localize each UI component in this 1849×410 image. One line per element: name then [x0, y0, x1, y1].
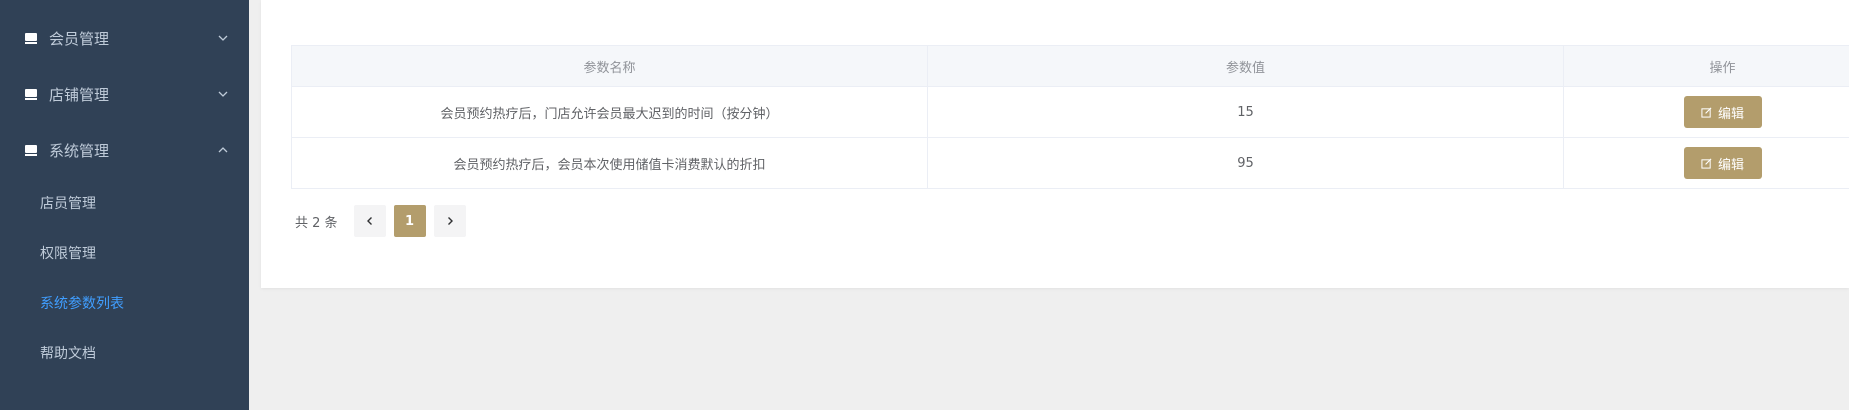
- next-page-button[interactable]: [433, 205, 466, 237]
- edit-button-label: 编辑: [1717, 157, 1744, 173]
- sidebar-item-label: 权限管理: [40, 246, 96, 262]
- edit-button[interactable]: 编辑: [1683, 147, 1762, 179]
- edit-button[interactable]: 编辑: [1683, 96, 1762, 128]
- params-table: 参数名称 参数值 操作 会员预约热疗后，门店允许会员最大迟到的时间（按分钟） 1…: [291, 45, 1849, 189]
- sidebar-item-label: 系统参数列表: [40, 296, 124, 312]
- sidebar-item-system-params[interactable]: 系统参数列表: [0, 278, 249, 328]
- table-row: 会员预约热疗后，会员本次使用储值卡消费默认的折扣 95 编辑: [291, 137, 1849, 189]
- menu-system-management[interactable]: 系统管理: [0, 122, 249, 178]
- header-action: 操作: [1563, 45, 1849, 87]
- pagination-total: 共 2 条: [295, 215, 338, 231]
- edit-button-label: 编辑: [1717, 106, 1744, 122]
- cell-action: 编辑: [1563, 137, 1849, 189]
- table-row: 会员预约热疗后，门店允许会员最大迟到的时间（按分钟） 15 编辑: [291, 86, 1849, 138]
- menu-label: 系统管理: [49, 141, 110, 160]
- store-icon: [25, 33, 37, 44]
- cell-action: 编辑: [1563, 86, 1849, 138]
- menu-label: 店铺管理: [49, 85, 110, 104]
- chevron-up-icon: [218, 147, 228, 153]
- prev-page-button[interactable]: [353, 205, 386, 237]
- sidebar: 会员管理 店铺管理 系统管理 店员管理 权限管理 系统参数列表 帮助文档: [0, 0, 249, 410]
- store-icon: [25, 89, 37, 100]
- chevron-down-icon: [218, 91, 228, 97]
- cell-param-name: 会员预约热疗后，会员本次使用储值卡消费默认的折扣: [291, 137, 928, 189]
- chevron-down-icon: [218, 35, 228, 41]
- header-param-name: 参数名称: [291, 45, 928, 87]
- sidebar-item-permission-management[interactable]: 权限管理: [0, 228, 249, 278]
- sidebar-item-help-docs[interactable]: 帮助文档: [0, 328, 249, 378]
- edit-icon: [1701, 107, 1712, 118]
- pagination: 共 2 条 1: [295, 205, 474, 237]
- edit-icon: [1701, 158, 1712, 169]
- sidebar-item-staff-management[interactable]: 店员管理: [0, 178, 249, 228]
- sidebar-item-label: 店员管理: [40, 196, 96, 212]
- chevron-left-icon: [366, 217, 372, 225]
- menu-store-management[interactable]: 店铺管理: [0, 66, 249, 122]
- page-button-current[interactable]: 1: [393, 205, 426, 237]
- header-param-value: 参数值: [927, 45, 1564, 87]
- menu-member-management[interactable]: 会员管理: [0, 10, 249, 66]
- cell-param-name: 会员预约热疗后，门店允许会员最大迟到的时间（按分钟）: [291, 86, 928, 138]
- cell-param-value: 95: [927, 137, 1564, 189]
- chevron-right-icon: [447, 217, 453, 225]
- store-icon: [25, 145, 37, 156]
- table-header-row: 参数名称 参数值 操作: [291, 45, 1849, 87]
- menu-label: 会员管理: [49, 29, 110, 48]
- sidebar-item-label: 帮助文档: [40, 346, 96, 362]
- cell-param-value: 15: [927, 86, 1564, 138]
